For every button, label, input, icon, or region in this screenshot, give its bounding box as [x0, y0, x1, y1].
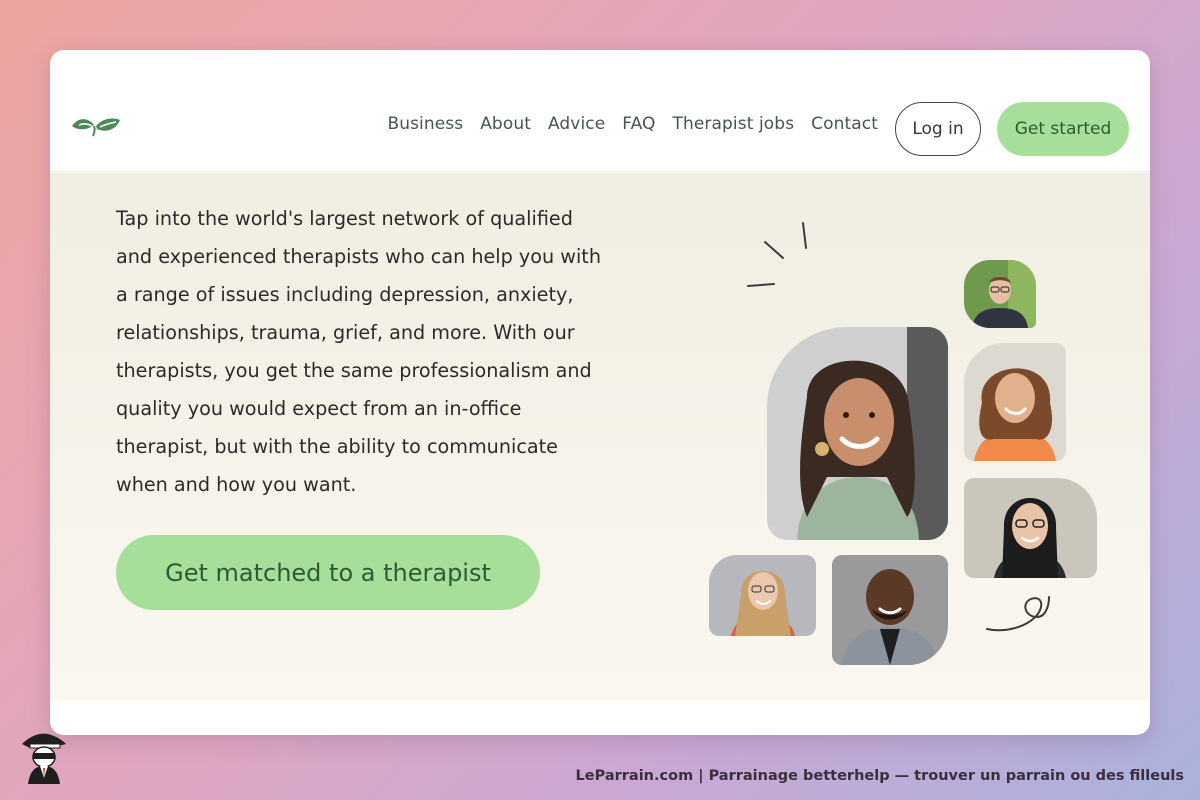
therapist-photo: [964, 260, 1036, 328]
leaf-logo-icon[interactable]: [70, 114, 122, 138]
watermark-caption: LeParrain.com | Parrainage betterhelp — …: [575, 768, 1184, 784]
therapist-photo: [767, 327, 948, 540]
therapist-portrait-man-glasses: [964, 260, 1036, 328]
hero-line: therapists, you get the same professiona…: [116, 359, 592, 382]
hero-section: Tap into the world's largest network of …: [50, 173, 1150, 700]
detective-mascot-icon: [22, 733, 66, 784]
therapist-photo: [964, 343, 1066, 461]
browser-card: Business About Advice FAQ Therapist jobs…: [50, 50, 1150, 735]
top-navigation: Business About Advice FAQ Therapist jobs…: [50, 50, 1150, 172]
squiggle-icon: [986, 596, 1050, 632]
hero-line: therapist, but with the ability to commu…: [116, 435, 558, 458]
hero-line: a range of issues including depression, …: [116, 283, 574, 306]
hero-line: quality you would expect from an in-offi…: [116, 397, 522, 420]
therapist-portrait-woman-glasses: [964, 478, 1097, 578]
get-started-button[interactable]: Get started: [997, 102, 1129, 156]
hero-line: and experienced therapists who can help …: [116, 245, 601, 268]
therapist-portrait-woman-smiling: [767, 327, 948, 540]
section-bottom-strip: [50, 700, 1150, 735]
nav-links: Business About Advice FAQ Therapist jobs…: [387, 114, 878, 134]
login-button[interactable]: Log in: [895, 102, 981, 156]
hero-line: relationships, trauma, grief, and more. …: [116, 321, 575, 344]
therapist-portrait-woman-curly: [964, 343, 1066, 461]
hero-line: Tap into the world's largest network of …: [116, 207, 573, 230]
therapist-portrait-man-suit: [832, 555, 948, 665]
therapist-portrait-woman-blonde: [709, 555, 816, 636]
therapist-photo: [709, 555, 816, 636]
nav-link-contact[interactable]: Contact: [811, 114, 878, 134]
nav-link-business[interactable]: Business: [387, 114, 463, 134]
nav-link-therapist-jobs[interactable]: Therapist jobs: [673, 114, 795, 134]
therapist-photo: [964, 478, 1097, 578]
nav-link-faq[interactable]: FAQ: [622, 114, 655, 134]
get-matched-button[interactable]: Get matched to a therapist: [116, 535, 540, 610]
therapist-photo: [832, 555, 948, 665]
spark-lines-icon: [747, 222, 807, 287]
nav-link-advice[interactable]: Advice: [548, 114, 605, 134]
nav-link-about[interactable]: About: [480, 114, 531, 134]
hero-description: Tap into the world's largest network of …: [116, 200, 646, 504]
hero-line: when and how you want.: [116, 473, 357, 496]
